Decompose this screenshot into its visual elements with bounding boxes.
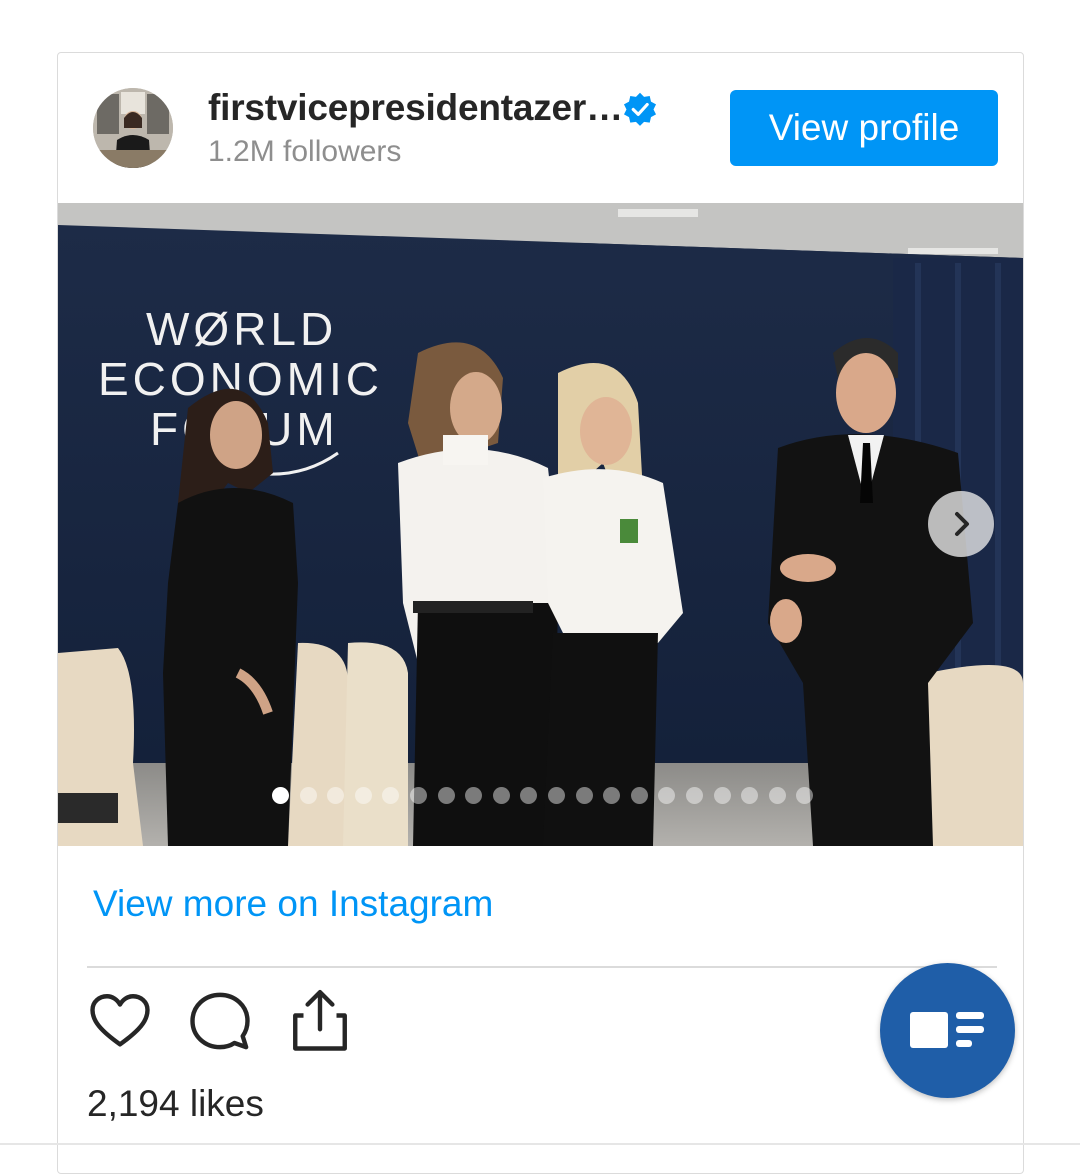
carousel-dot (520, 787, 538, 804)
carousel-dot (354, 787, 372, 804)
profile-avatar[interactable] (93, 88, 173, 168)
view-profile-button[interactable]: View profile (730, 90, 998, 166)
carousel-next-button[interactable] (928, 491, 994, 557)
svg-text:WØRLD: WØRLD (146, 303, 337, 355)
carousel-dot (685, 787, 703, 804)
carousel-dot (299, 787, 317, 804)
carousel-indicators (272, 787, 824, 807)
carousel-dot (492, 787, 510, 804)
carousel-dot-active (272, 787, 289, 804)
carousel-dot (409, 787, 427, 804)
carousel-dot (437, 787, 455, 804)
follower-count: 1.2M followers (208, 135, 402, 168)
carousel-dot (547, 787, 565, 804)
carousel-dot (713, 787, 731, 804)
carousel-dot (603, 787, 621, 804)
carousel-dot (658, 787, 676, 804)
view-more-on-instagram-link[interactable]: View more on Instagram (93, 883, 493, 925)
carousel-dot (382, 787, 400, 804)
share-icon[interactable] (287, 988, 353, 1054)
reader-view-icon (909, 1011, 984, 1048)
post-header: firstvicepresidentazer… 1.2M followers V… (58, 53, 1023, 203)
comment-icon[interactable] (187, 988, 253, 1054)
reader-view-button[interactable] (880, 963, 1015, 1098)
heart-icon[interactable] (87, 988, 153, 1054)
carousel-dot (796, 787, 814, 804)
chevron-right-icon (955, 512, 969, 536)
like-count: 2,194 likes (87, 1083, 264, 1124)
carousel-dot (741, 787, 759, 804)
username[interactable]: firstvicepresidentazer… (208, 87, 623, 129)
page-bottom-divider (0, 1143, 1080, 1145)
instagram-embed-card: firstvicepresidentazer… 1.2M followers V… (57, 52, 1024, 1174)
divider (87, 966, 997, 968)
carousel-dot (575, 787, 593, 804)
carousel-dot (327, 787, 345, 804)
carousel-dot (768, 787, 786, 804)
verified-badge-icon (623, 92, 657, 126)
post-photo[interactable]: WØRLD ECONOMIC FORUM (58, 203, 1023, 846)
carousel-dot (630, 787, 648, 804)
carousel-dot (465, 787, 483, 804)
